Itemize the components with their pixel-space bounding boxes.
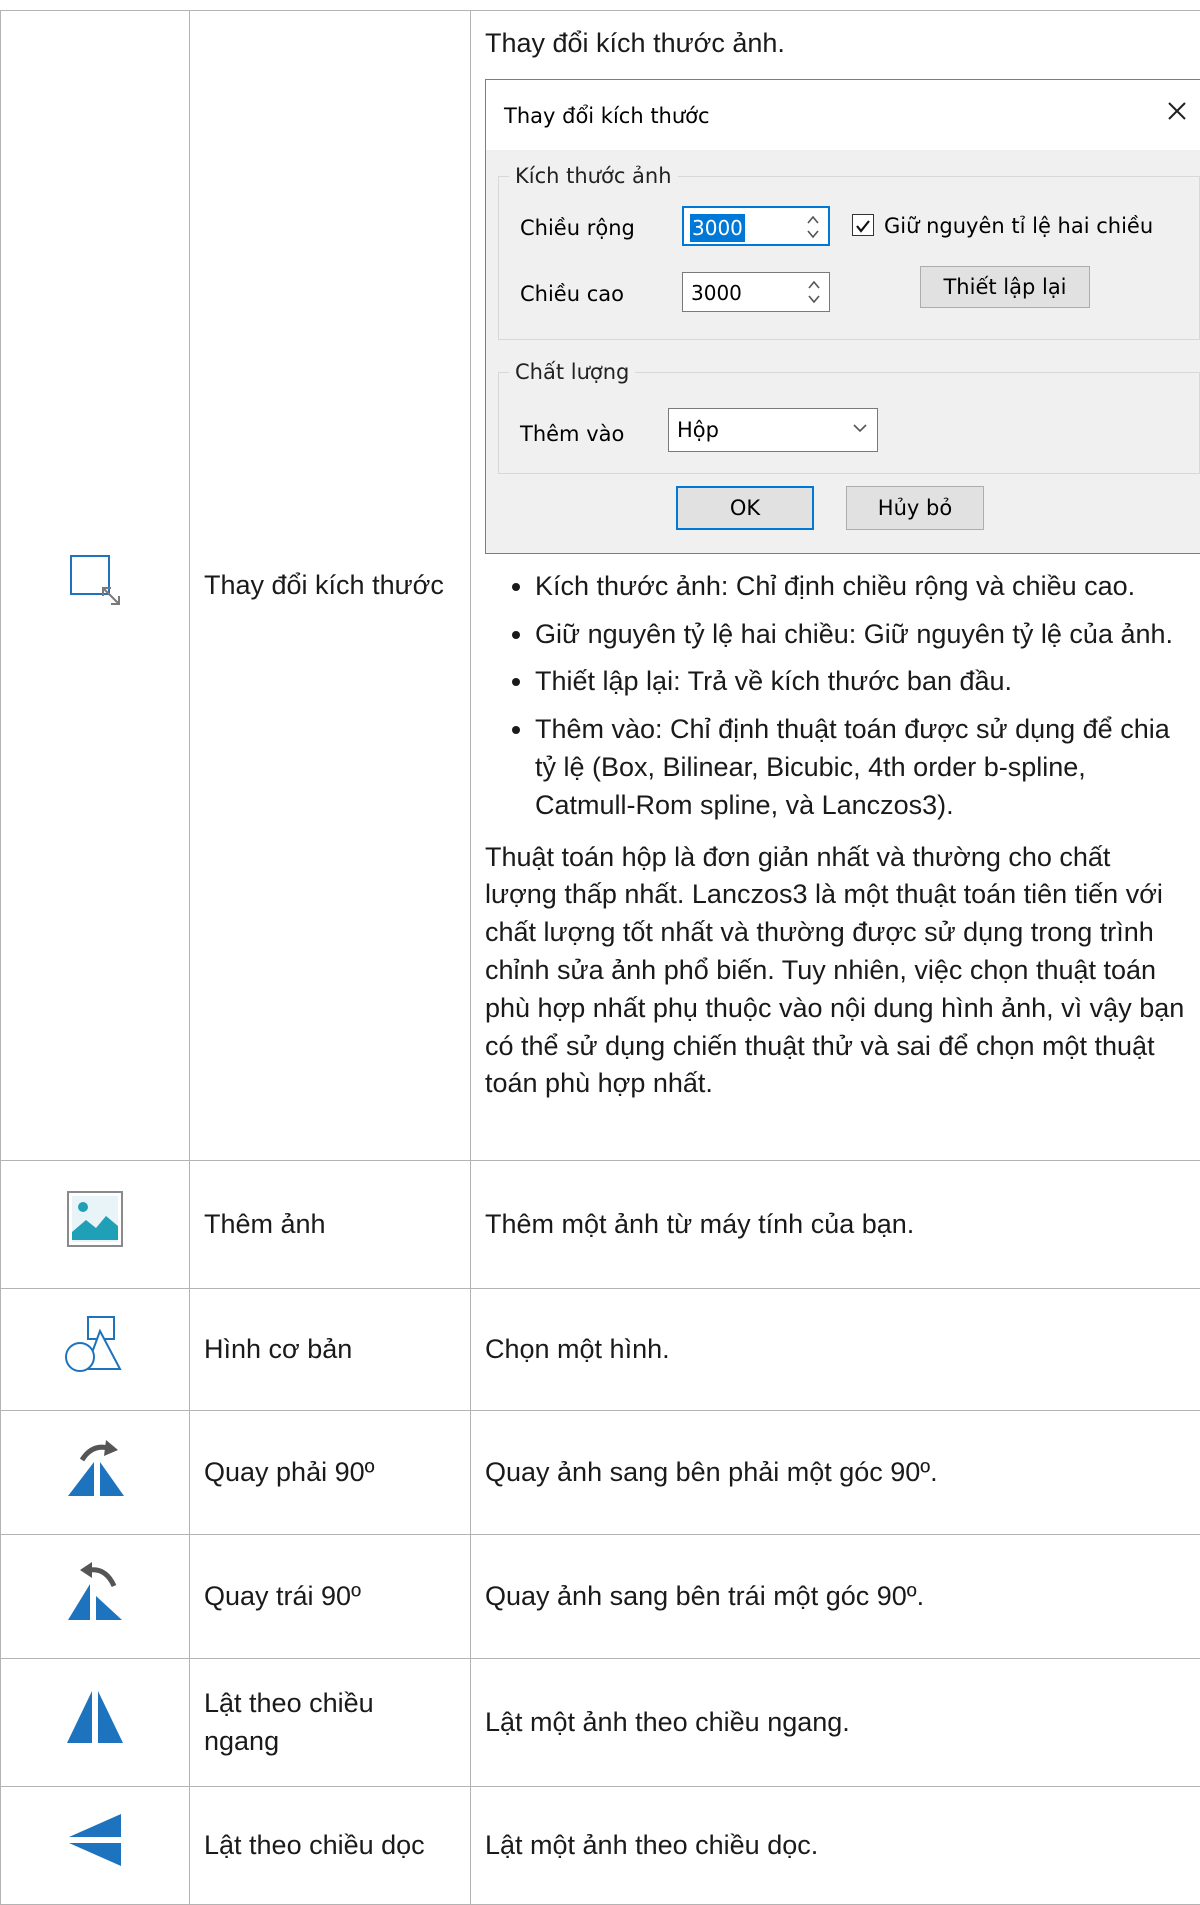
table-row-add-image: Thêm ảnh Thêm một ảnh từ máy tính của bạ… <box>1 1161 1200 1289</box>
icon-cell <box>1 1659 190 1787</box>
icon-cell <box>1 1535 190 1659</box>
tool-description: Chọn một hình. <box>471 1289 1200 1411</box>
tool-description: Lật một ảnh theo chiều ngang. <box>471 1659 1200 1787</box>
dialog-titlebar: Thay đổi kích thước <box>486 80 1200 150</box>
check-icon <box>853 216 873 236</box>
table-row-flip-vertical: Lật theo chiều dọc Lật một ảnh theo chiề… <box>1 1787 1200 1905</box>
tool-description: Quay ảnh sang bên trái một góc 90º. <box>471 1535 1200 1659</box>
tool-description: Thay đổi kích thước ảnh. Thay đổi kích t… <box>471 11 1200 1161</box>
close-icon[interactable] <box>1160 94 1194 128</box>
keep-ratio-label: Giữ nguyên tỉ lệ hai chiều <box>884 212 1153 241</box>
flip-horizontal-icon <box>65 1687 125 1747</box>
width-label: Chiều rộng <box>520 214 635 243</box>
tool-description: Quay ảnh sang bên phải một góc 90º. <box>471 1411 1200 1535</box>
tool-name: Quay phải 90º <box>190 1411 471 1535</box>
table-row-rotate-left: Quay trái 90º Quay ảnh sang bên trái một… <box>1 1535 1200 1659</box>
resize-icon <box>65 552 125 608</box>
list-item: Thêm vào: Chỉ định thuật toán được sử dụ… <box>535 711 1186 824</box>
algorithm-value: Hộp <box>677 416 719 445</box>
tool-name: Thay đổi kích thước <box>190 11 471 1161</box>
quality-group-label: Chất lượng <box>509 358 635 387</box>
icon-cell <box>1 1161 190 1289</box>
option-list: Kích thước ảnh: Chỉ định chiều rộng và c… <box>485 568 1186 825</box>
tool-description: Lật một ảnh theo chiều dọc. <box>471 1787 1200 1905</box>
dialog-title: Thay đổi kích thước <box>504 102 710 131</box>
intro-text: Thay đổi kích thước ảnh. <box>485 25 1186 63</box>
image-icon <box>66 1190 124 1248</box>
chevron-down-icon <box>853 423 867 433</box>
tool-name: Thêm ảnh <box>190 1161 471 1289</box>
tool-name: Quay trái 90º <box>190 1535 471 1659</box>
height-value[interactable]: 3000 <box>691 279 742 307</box>
width-value[interactable]: 3000 <box>690 214 745 242</box>
algorithm-select[interactable]: Hộp <box>668 408 878 452</box>
width-spinner[interactable]: 3000 <box>682 206 830 246</box>
icon-cell <box>1 1787 190 1905</box>
tool-name: Lật theo chiều ngang <box>190 1659 471 1787</box>
rotate-right-icon <box>62 1434 128 1500</box>
resize-dialog: Thay đổi kích thước Kích thước ảnh Chiều… <box>485 79 1200 554</box>
tool-name: Hình cơ bản <box>190 1289 471 1411</box>
algorithm-note: Thuật toán hộp là đơn giản nhất và thườn… <box>485 839 1186 1104</box>
height-label: Chiều cao <box>520 280 624 309</box>
cancel-button[interactable]: Hủy bỏ <box>846 486 984 530</box>
image-size-group: Kích thước ảnh <box>498 176 1200 340</box>
list-item: Kích thước ảnh: Chỉ định chiều rộng và c… <box>535 568 1186 606</box>
tool-name: Lật theo chiều dọc <box>190 1787 471 1905</box>
list-item: Thiết lập lại: Trả về kích thước ban đầu… <box>535 663 1186 701</box>
table-row-shapes: Hình cơ bản Chọn một hình. <box>1 1289 1200 1411</box>
reset-button[interactable]: Thiết lập lại <box>920 266 1090 308</box>
table-row-resize: Thay đổi kích thước Thay đổi kích thước … <box>1 11 1200 1161</box>
rotate-left-icon <box>62 1558 128 1624</box>
table-row-rotate-right: Quay phải 90º Quay ảnh sang bên phải một… <box>1 1411 1200 1535</box>
spinner-arrows-icon[interactable] <box>805 276 823 308</box>
keep-ratio-checkbox[interactable] <box>852 214 874 236</box>
flip-vertical-icon <box>65 1812 125 1868</box>
table-row-flip-horizontal: Lật theo chiều ngang Lật một ảnh theo ch… <box>1 1659 1200 1787</box>
list-item: Giữ nguyên tỷ lệ hai chiều: Giữ nguyên t… <box>535 616 1186 654</box>
add-label: Thêm vào <box>520 420 624 449</box>
image-size-group-label: Kích thước ảnh <box>509 162 678 191</box>
icon-cell <box>1 11 190 1161</box>
spinner-arrows-icon[interactable] <box>804 211 822 243</box>
icon-cell <box>1 1411 190 1535</box>
ok-button[interactable]: OK <box>676 486 814 530</box>
tool-description: Thêm một ảnh từ máy tính của bạn. <box>471 1161 1200 1289</box>
shapes-icon <box>64 1313 126 1375</box>
icon-cell <box>1 1289 190 1411</box>
height-spinner[interactable]: 3000 <box>682 272 830 312</box>
tools-table: Thay đổi kích thước Thay đổi kích thước … <box>0 10 1200 1905</box>
